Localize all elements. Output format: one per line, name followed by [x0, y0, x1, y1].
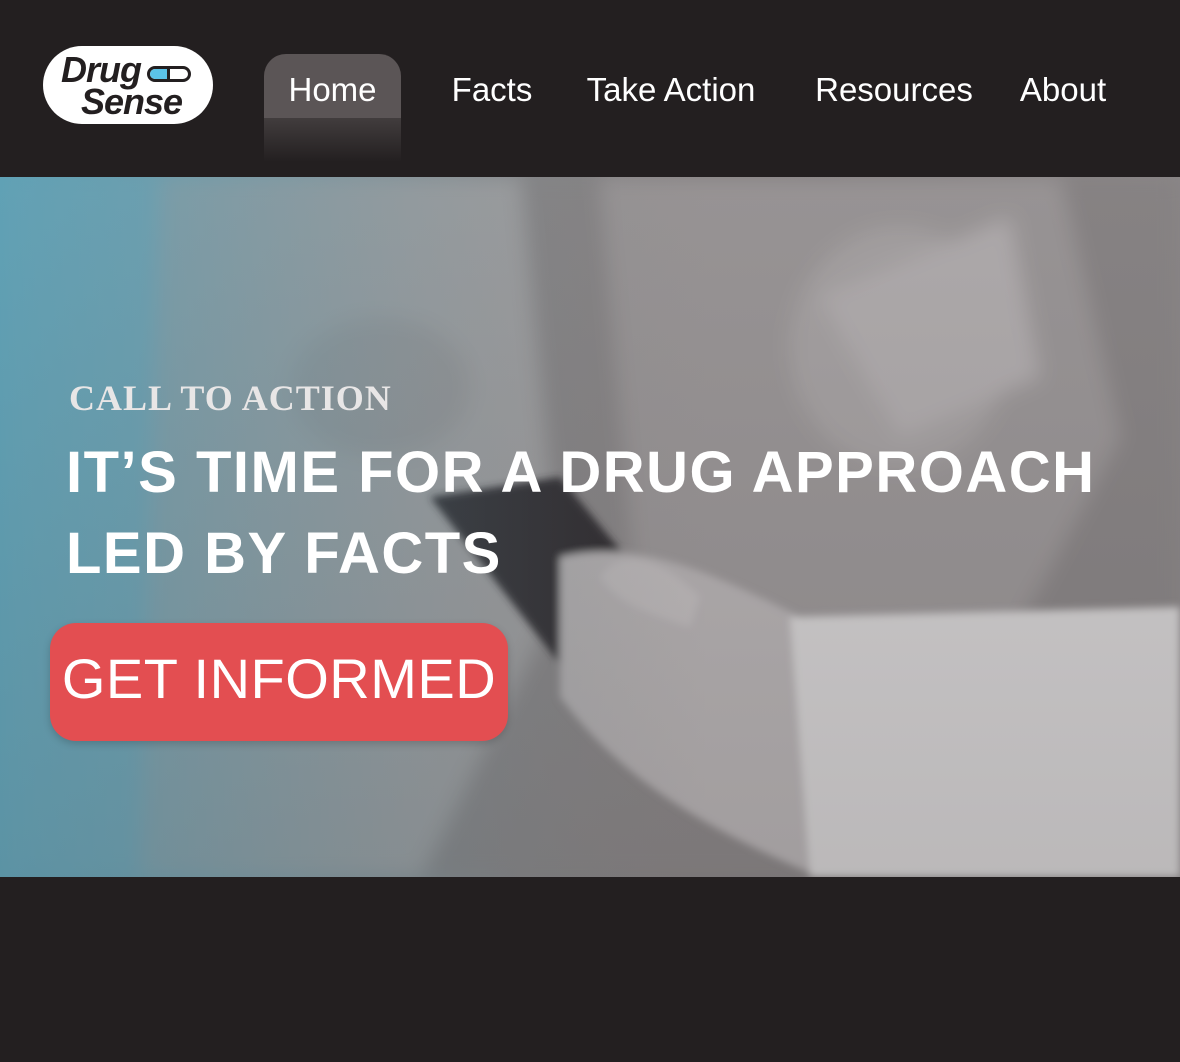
nav-item-home[interactable]: Home	[264, 54, 401, 162]
nav-item-resources[interactable]: Resources	[803, 54, 985, 118]
nav-item-about[interactable]: About	[1004, 54, 1122, 118]
hero-eyebrow: CALL TO ACTION	[69, 378, 392, 418]
get-informed-button[interactable]: GET INFORMED	[50, 623, 508, 741]
bottom-band	[0, 877, 1180, 1062]
site-header: Drug Sense Home Facts Take Action Resour…	[0, 0, 1180, 177]
nav-item-take-action[interactable]: Take Action	[570, 54, 772, 118]
page: Drug Sense Home Facts Take Action Resour…	[0, 0, 1180, 1062]
nav-item-facts[interactable]: Facts	[440, 54, 544, 118]
hero-headline: IT’S TIME FOR A DRUG APPROACH LED BY FAC…	[66, 432, 1156, 594]
hero-headline-line-2: LED BY FACTS	[66, 521, 502, 586]
hero-section: CALL TO ACTION IT’S TIME FOR A DRUG APPR…	[0, 177, 1180, 877]
main-nav: Home Facts Take Action Resources About	[0, 0, 1180, 177]
hero-headline-line-1: IT’S TIME FOR A DRUG APPROACH	[66, 440, 1096, 505]
